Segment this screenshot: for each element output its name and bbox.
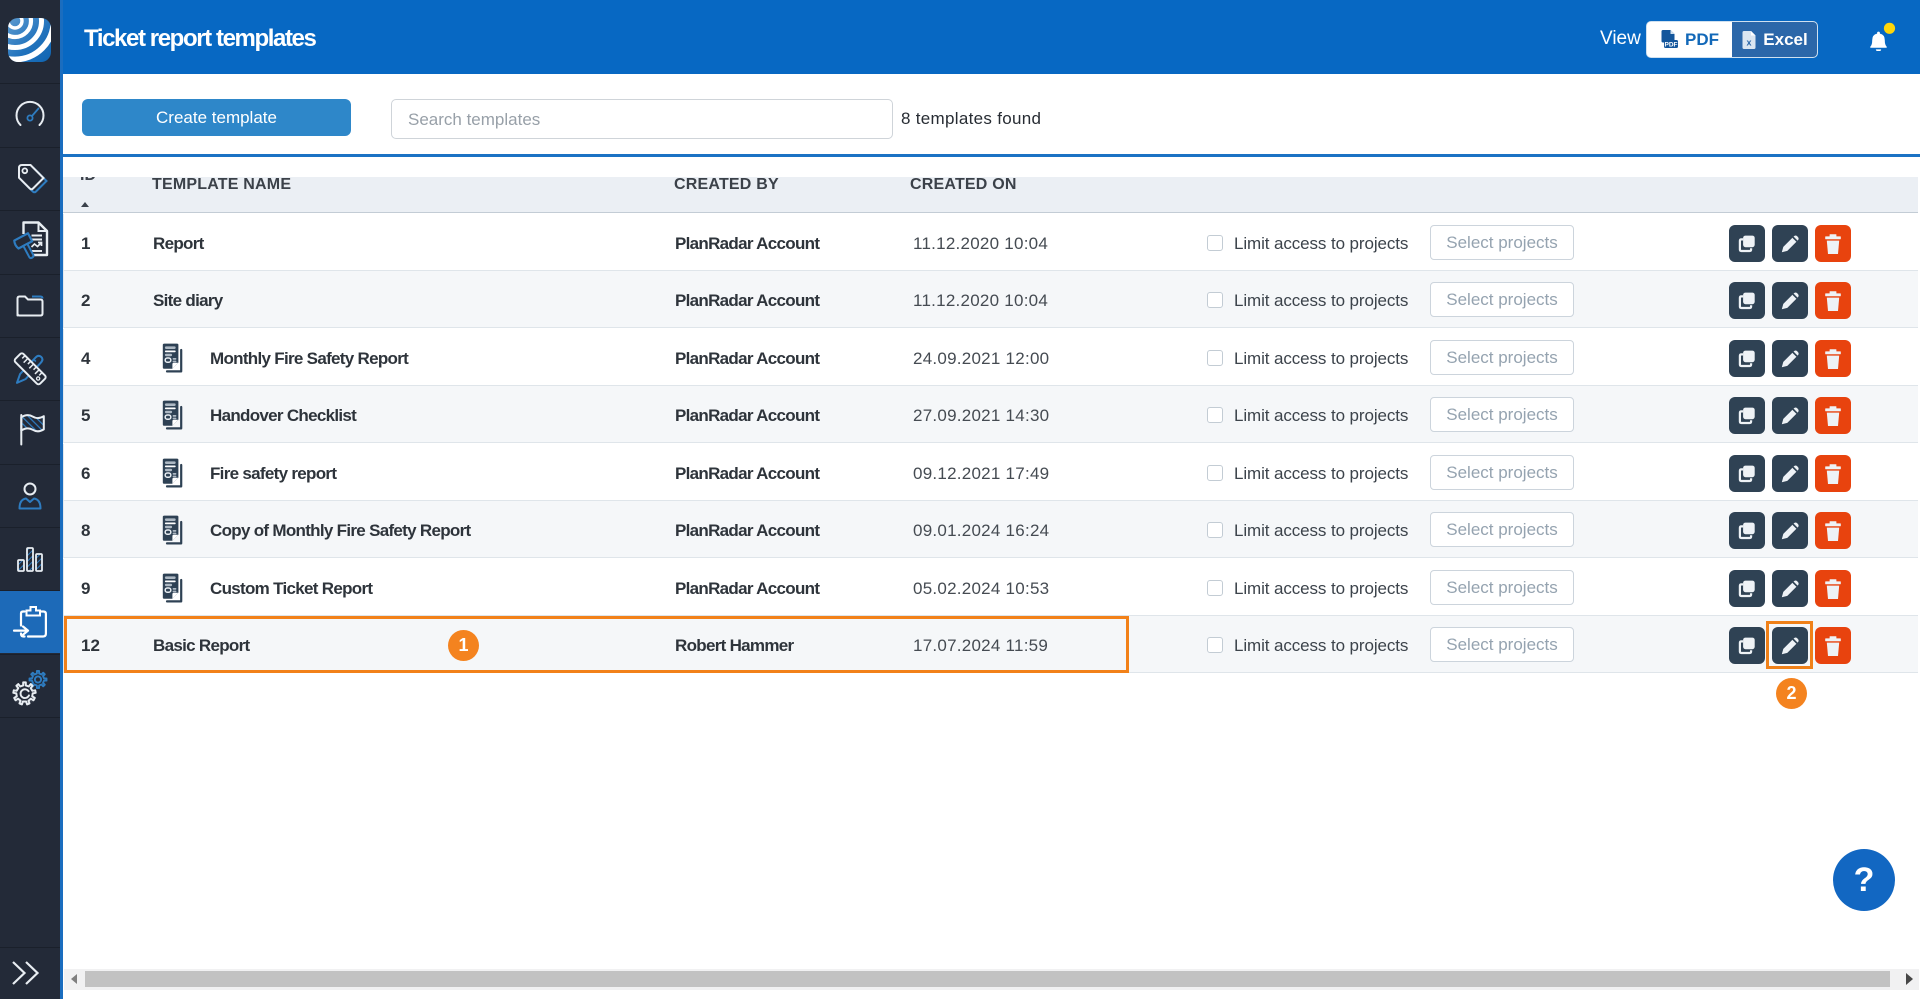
svg-text:PDF: PDF [1665, 42, 1678, 49]
svg-text:x: x [1747, 37, 1752, 47]
